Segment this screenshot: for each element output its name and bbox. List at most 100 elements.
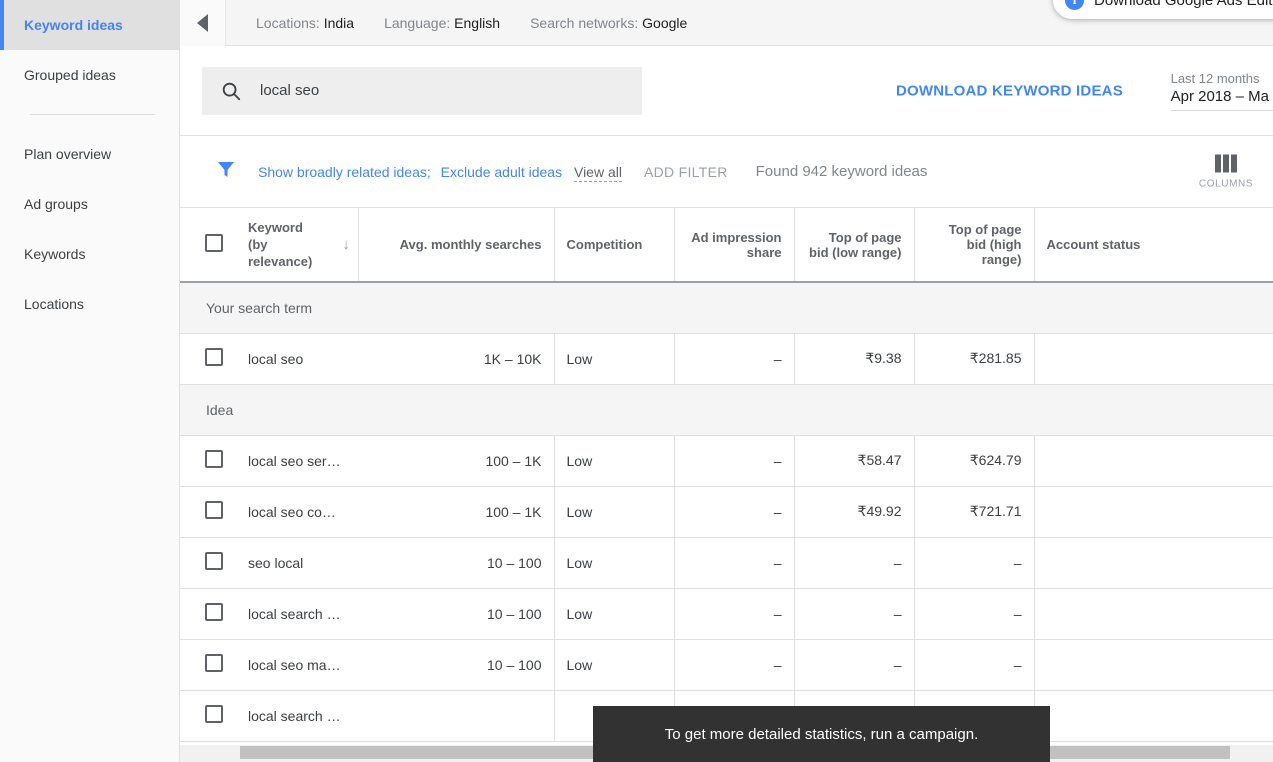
filter-row: Show broadly related ideas; Exclude adul… [180,136,1273,208]
cell-account-status [1034,486,1273,538]
row-checkbox[interactable] [205,603,223,621]
table-group-label: Idea [180,384,1273,436]
cell-keyword: local search … [248,588,358,640]
row-checkbox[interactable] [205,348,223,366]
cell-competition: Low [554,588,675,640]
search-row: local seo DOWNLOAD KEYWORD IDEAS Last 12… [180,46,1273,136]
table-row[interactable]: local seo co… 100 – 1K Low – ₹49.92 ₹721.71 [180,486,1273,538]
cell-bid-low: – [794,588,915,640]
column-header-avg-monthly-searches[interactable]: Avg. monthly searches [358,208,555,283]
date-range-selector[interactable]: Last 12 months Apr 2018 – Ma [1170,71,1273,111]
row-checkbox[interactable] [205,501,223,519]
filter-show-broadly-related[interactable]: Show broadly related ideas; [258,164,431,180]
language-selector[interactable]: Language: English [384,15,500,31]
search-input-value: local seo [260,82,320,99]
keyword-ideas-table-container: Keyword (by relevance) ↓ Avg. monthly se… [180,208,1273,742]
table-row[interactable]: seo local 10 – 100 Low – – – [180,537,1273,589]
row-checkbox[interactable] [205,705,223,723]
cell-avg-monthly-searches: 100 – 1K [358,435,555,487]
locations-selector[interactable]: Locations: India [256,15,354,31]
column-header-keyword-label: Keyword (by relevance) [248,220,313,269]
column-header-bid-low[interactable]: Top of page bid (low range) [794,208,915,283]
sidebar-item-label: Keyword ideas [24,17,123,33]
networks-label: Search networks: [530,14,639,31]
download-editor-notification[interactable]: i Download Google Ads Editor v1 ✕ [1053,0,1273,19]
columns-icon [1215,154,1237,172]
keyword-ideas-table: Keyword (by relevance) ↓ Avg. monthly se… [180,208,1273,742]
row-checkbox[interactable] [205,450,223,468]
row-checkbox-cell [180,333,248,385]
columns-button[interactable]: COLUMNS [1189,154,1263,189]
cell-ad-impression-share: – [674,588,795,640]
column-header-competition[interactable]: Competition [554,208,675,283]
column-header-account-status[interactable]: Account status [1034,208,1273,283]
cell-competition: Low [554,435,675,487]
cell-avg-monthly-searches: 10 – 100 [358,588,555,640]
cell-bid-low: ₹58.47 [794,435,915,487]
sidebar-item-grouped-ideas[interactable]: Grouped ideas [0,50,179,100]
table-row[interactable]: local search … 10 – 100 Low – – – [180,588,1273,640]
view-all-filters-button[interactable]: View all [573,163,622,182]
sidebar-item-keywords[interactable]: Keywords [0,229,179,279]
cell-keyword: local seo co… [248,486,358,538]
cell-ad-impression-share: – [674,333,795,385]
cell-competition: Low [554,639,675,691]
sidebar-item-plan-overview[interactable]: Plan overview [0,129,179,179]
chevron-left-icon [197,13,208,32]
cell-ad-impression-share: – [674,435,795,487]
networks-value: Google [642,14,688,31]
sidebar-item-locations[interactable]: Locations [0,279,179,329]
columns-label: COLUMNS [1198,178,1254,189]
cell-bid-high: – [914,639,1035,691]
cell-bid-low: – [794,639,915,691]
cell-keyword: local search … [248,690,358,742]
table-row[interactable]: local seo ser… 100 – 1K Low – ₹58.47 ₹624.79 [180,435,1273,487]
cell-bid-high: ₹281.85 [914,333,1035,385]
collapse-sidebar-button[interactable] [180,0,226,46]
cell-avg-monthly-searches: 10 – 100 [358,639,555,691]
filter-icon[interactable] [216,159,236,184]
select-all-checkbox[interactable] [205,234,223,252]
row-checkbox-cell [180,435,248,487]
filter-exclude-adult[interactable]: Exclude adult ideas [441,164,562,180]
language-label: Language: [384,14,451,31]
table-header: Keyword (by relevance) ↓ Avg. monthly se… [180,208,1273,283]
cell-bid-high: – [914,537,1035,589]
row-checkbox[interactable] [205,654,223,672]
add-filter-button[interactable]: ADD FILTER [644,164,728,180]
active-filters: Show broadly related ideas; Exclude adul… [258,163,622,182]
row-checkbox[interactable] [205,552,223,570]
sort-descending-icon[interactable]: ↓ [342,236,350,253]
keyword-search-input[interactable]: local seo [202,66,642,115]
cell-avg-monthly-searches: 100 – 1K [358,486,555,538]
cell-account-status [1034,690,1273,742]
sidebar: Keyword ideas Grouped ideas Plan overvie… [0,0,180,762]
sidebar-divider [30,114,155,115]
column-header-bid-high[interactable]: Top of page bid (high range) [914,208,1035,283]
networks-selector[interactable]: Search networks: Google [530,15,687,31]
keyword-planner-app: Keyword ideas Grouped ideas Plan overvie… [0,0,1273,762]
table-row[interactable]: local seo ma… 10 – 100 Low – – – [180,639,1273,691]
found-ideas-count: Found 942 keyword ideas [755,163,928,180]
sidebar-item-label: Plan overview [24,146,112,162]
sidebar-item-ad-groups[interactable]: Ad groups [0,179,179,229]
cell-account-status [1034,588,1273,640]
cell-avg-monthly-searches: 1K – 10K [358,333,555,385]
cell-account-status [1034,537,1273,589]
main-content: i Download Google Ads Editor v1 ✕ Locati… [180,0,1273,762]
statistics-toast: To get more detailed statistics, run a c… [593,706,1050,762]
table-row[interactable]: local seo 1K – 10K Low – ₹9.38 ₹281.85 [180,333,1273,385]
sidebar-item-label: Locations [24,296,84,312]
cell-keyword: local seo ma… [248,639,358,691]
cell-bid-low: ₹49.92 [794,486,915,538]
sidebar-item-keyword-ideas[interactable]: Keyword ideas [0,0,179,50]
sidebar-item-label: Grouped ideas [24,67,116,83]
row-checkbox-cell [180,537,248,589]
column-header-ad-impression-share[interactable]: Ad impression share [674,208,795,283]
download-keyword-ideas-button[interactable]: DOWNLOAD KEYWORD IDEAS [896,82,1123,99]
language-value: English [454,14,501,31]
column-header-keyword[interactable]: Keyword (by relevance) ↓ [248,208,359,283]
cell-keyword: local seo [248,333,358,385]
row-checkbox-cell [180,486,248,538]
date-range-value: Apr 2018 – Ma [1170,87,1269,105]
